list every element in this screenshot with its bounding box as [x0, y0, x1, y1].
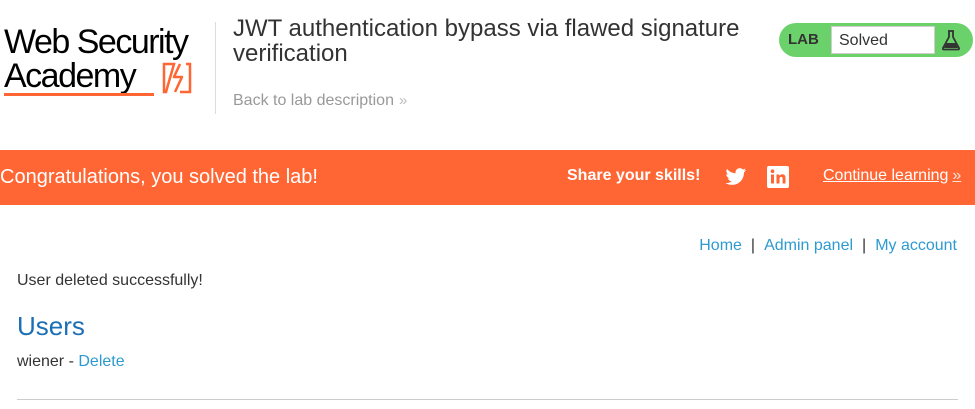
nav-home-link[interactable]: Home	[699, 237, 742, 254]
header: Web Security Academy JWT authentication …	[0, 0, 975, 150]
logo-bolt-icon	[162, 62, 192, 94]
user-name: wiener	[17, 353, 65, 370]
chevron-right-icon: »	[952, 167, 962, 184]
lab-title: JWT authentication bypass via flawed sig…	[233, 15, 740, 67]
back-link-label: Back to lab description	[233, 92, 394, 109]
header-divider	[215, 22, 216, 114]
nav-admin-panel-link[interactable]: Admin panel	[764, 237, 853, 254]
congratulations-message: Congratulations, you solved the lab!	[0, 166, 318, 188]
lab-label: LAB	[788, 31, 819, 48]
users-heading: Users	[17, 311, 85, 341]
lab-status-widget: LAB Solved	[779, 23, 973, 57]
lab-status-box: Solved	[831, 26, 935, 54]
user-separator: -	[68, 353, 74, 370]
flask-icon	[941, 30, 961, 51]
delete-user-link[interactable]: Delete	[78, 353, 124, 370]
continue-learning-link[interactable]: Continue learning»	[823, 167, 961, 185]
lab-status-text: Solved	[839, 32, 888, 49]
solved-banner: Congratulations, you solved the lab! Sha…	[0, 150, 975, 205]
academy-logo[interactable]: Web Security Academy	[4, 22, 214, 102]
status-message: User deleted successfully!	[17, 272, 203, 289]
top-nav: Home | Admin panel | My account	[699, 237, 957, 255]
nav-my-account-link[interactable]: My account	[875, 237, 957, 254]
back-to-lab-description-link[interactable]: Back to lab description»	[233, 92, 407, 110]
logo-line1: Web Security	[4, 23, 189, 61]
logo-underline	[4, 93, 154, 96]
nav-separator: |	[862, 237, 867, 254]
chevron-right-icon: »	[398, 92, 408, 109]
twitter-icon[interactable]	[725, 167, 747, 187]
linkedin-icon[interactable]	[767, 166, 789, 188]
logo-line2: Academy	[4, 57, 137, 95]
user-row: wiener - Delete	[17, 353, 125, 371]
content-divider	[17, 399, 958, 400]
nav-separator: |	[750, 237, 756, 254]
continue-learning-label: Continue learning	[823, 167, 949, 184]
share-label: Share your skills!	[567, 167, 701, 184]
